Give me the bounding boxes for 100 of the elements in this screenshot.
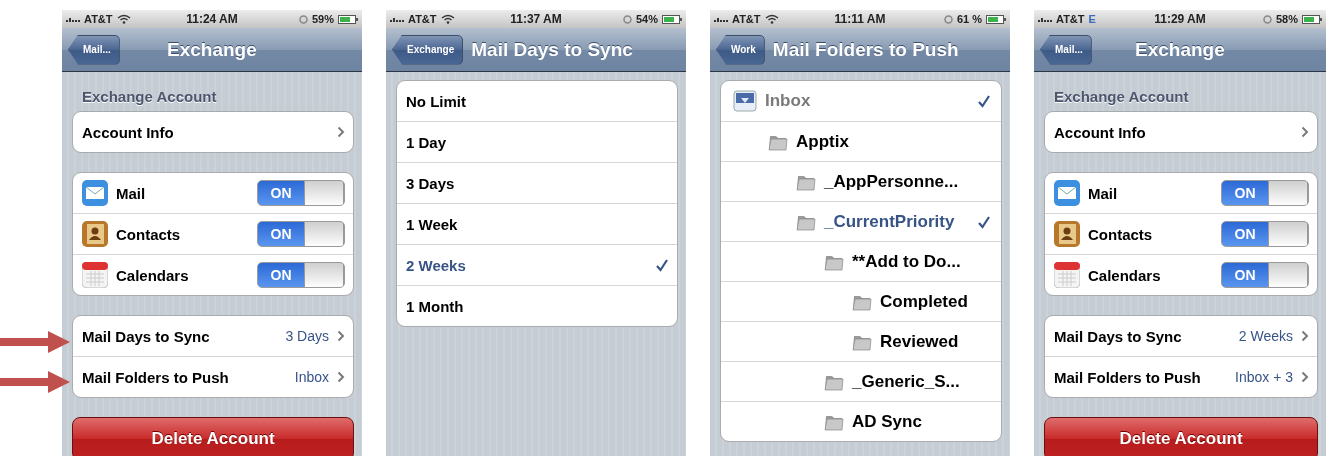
folder-label: Reviewed <box>880 331 960 352</box>
battery-percent: 54% <box>635 13 658 25</box>
checkmark-icon <box>655 258 669 272</box>
folder-row[interactable]: Apptix <box>721 121 1001 161</box>
calendar-app-icon <box>82 262 108 288</box>
toggle-switch[interactable]: ON <box>257 180 345 206</box>
row-value: Inbox <box>294 369 329 385</box>
battery-percent: 59% <box>311 13 334 25</box>
settings-row[interactable]: Account Info <box>73 112 353 152</box>
battery-percent: 61 % <box>956 13 982 25</box>
folder-row[interactable]: **Add to Do... <box>721 241 1001 281</box>
folder-label: Inbox <box>765 91 812 111</box>
chevron-icon <box>1301 371 1309 383</box>
row-label: Contacts <box>116 225 182 243</box>
option-row[interactable]: 1 Month <box>397 285 677 326</box>
signal-icon <box>390 16 404 22</box>
checkmark-icon <box>977 214 991 229</box>
row-value: Inbox + 3 <box>1235 369 1293 385</box>
carrier-text: AT&T <box>1056 13 1085 25</box>
option-label: 1 Week <box>406 215 459 233</box>
option-label: 1 Month <box>406 297 465 315</box>
pointer-arrow-icon <box>0 330 70 354</box>
row-label: Calendars <box>1088 266 1162 284</box>
row-label: Mail Folders to Push <box>82 368 230 386</box>
contacts-app-icon <box>82 221 108 247</box>
chevron-icon <box>337 371 345 383</box>
row-value: 3 Days <box>285 328 329 344</box>
signal-icon <box>714 16 728 22</box>
lock-rotation-icon <box>298 14 308 24</box>
toggle-switch[interactable]: ON <box>1221 262 1309 288</box>
folder-label: **Add to Do... <box>852 251 962 272</box>
folder-label: _CurrentPriority <box>824 211 956 232</box>
wifi-icon <box>116 14 131 24</box>
carrier-text: AT&T <box>84 13 113 25</box>
nav-title: Exchange <box>166 38 258 61</box>
network-text: E <box>1088 13 1096 25</box>
toggle-switch[interactable]: ON <box>257 221 345 247</box>
battery-icon <box>1302 14 1322 24</box>
option-row[interactable]: 1 Day <box>397 121 677 162</box>
battery-icon <box>338 14 358 24</box>
chevron-icon <box>337 126 345 138</box>
battery-percent: 58% <box>1275 13 1298 25</box>
option-label: 2 Weeks <box>406 256 467 274</box>
carrier-text: AT&T <box>732 13 761 25</box>
section-header: Exchange Account <box>81 87 218 107</box>
settings-row[interactable]: Account Info <box>1045 112 1317 152</box>
lock-rotation-icon <box>943 14 953 24</box>
delete-account-button[interactable]: Delete Account <box>72 417 354 456</box>
folder-row[interactable]: Reviewed <box>721 321 1001 361</box>
contacts-app-icon <box>1054 221 1080 247</box>
folder-label: AD Sync <box>852 411 923 432</box>
row-label: Mail Days to Sync <box>1054 327 1183 345</box>
row-label: Account Info <box>82 123 175 141</box>
row-label: Mail <box>116 184 147 202</box>
settings-row[interactable]: Mail Days to Sync 2 Weeks <box>1045 316 1317 356</box>
folder-label: Completed <box>880 291 969 312</box>
folder-row[interactable]: _AppPersonne... <box>721 161 1001 201</box>
back-button[interactable]: Mail... <box>68 34 120 65</box>
toggle-switch[interactable]: ON <box>1221 221 1309 247</box>
option-row[interactable]: 2 Weeks <box>397 244 677 285</box>
folder-row[interactable]: AD Sync <box>721 401 1001 441</box>
toggle-switch[interactable]: ON <box>1221 180 1309 206</box>
inbox-tray-icon <box>733 90 757 112</box>
back-button[interactable]: Work <box>716 34 765 65</box>
option-row[interactable]: No Limit <box>397 81 677 121</box>
option-label: 1 Day <box>406 133 448 151</box>
folder-row[interactable]: _CurrentPriority <box>721 201 1001 241</box>
signal-icon <box>1038 16 1052 22</box>
chevron-icon <box>1301 126 1309 138</box>
checkmark-icon <box>977 94 991 108</box>
status-time: 11:24 AM <box>186 12 238 26</box>
back-button[interactable]: Exchange <box>392 34 464 65</box>
mail-app-icon <box>82 180 108 206</box>
folder-label: _Generic_S... <box>852 371 961 392</box>
delete-account-button[interactable]: Delete Account <box>1044 417 1318 456</box>
section-header: Exchange Account <box>1053 87 1190 107</box>
back-button[interactable]: Mail... <box>1040 34 1092 65</box>
nav-title: Exchange <box>1134 38 1226 61</box>
settings-row[interactable]: Mail Folders to Push Inbox + 3 <box>1045 356 1317 397</box>
wifi-icon <box>764 14 779 24</box>
settings-row[interactable]: Mail Folders to Push Inbox <box>73 356 353 397</box>
calendar-app-icon <box>1054 262 1080 288</box>
settings-row[interactable]: Mail Days to Sync 3 Days <box>73 316 353 356</box>
wifi-icon <box>440 14 455 24</box>
row-label: Mail <box>1088 184 1119 202</box>
lock-rotation-icon <box>622 14 632 24</box>
option-label: No Limit <box>406 92 467 110</box>
mail-app-icon <box>1054 180 1080 206</box>
folder-row[interactable]: Inbox <box>721 81 1001 121</box>
option-row[interactable]: 1 Week <box>397 203 677 244</box>
row-value: 2 Weeks <box>1238 328 1293 344</box>
status-time: 11:11 AM <box>834 12 886 26</box>
option-row[interactable]: 3 Days <box>397 162 677 203</box>
folder-row[interactable]: _Generic_S... <box>721 361 1001 401</box>
row-label: Contacts <box>1088 225 1154 243</box>
folder-row[interactable]: Completed <box>721 281 1001 321</box>
folder-label: _AppPersonne... <box>824 171 960 192</box>
toggle-switch[interactable]: ON <box>257 262 345 288</box>
row-label: Calendars <box>116 266 190 284</box>
nav-title: Mail Days to Sync <box>471 38 633 61</box>
